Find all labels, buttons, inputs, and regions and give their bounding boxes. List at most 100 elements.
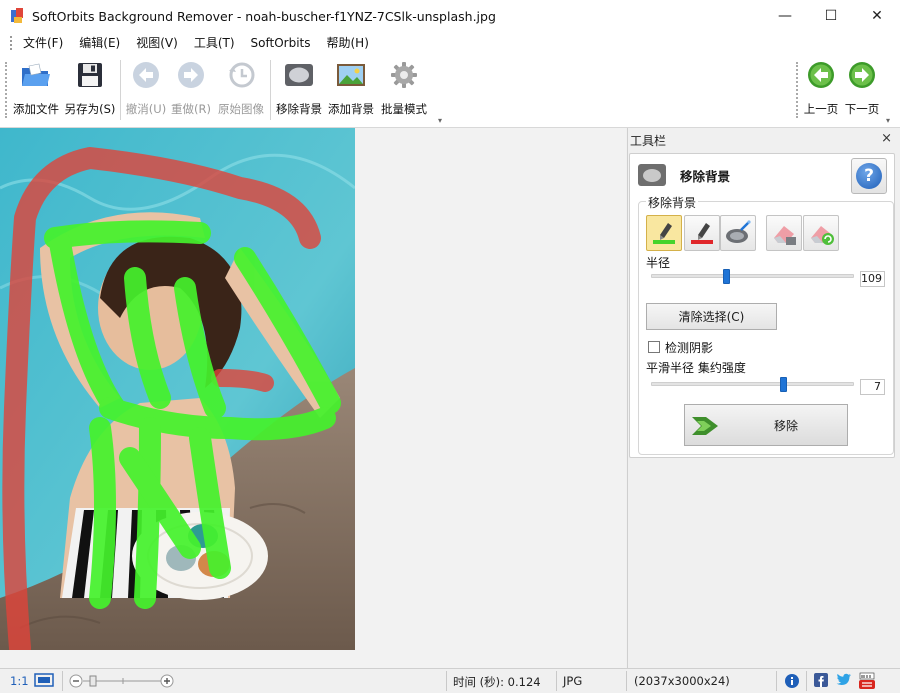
zoom-ratio-button[interactable]: 1:1: [10, 674, 29, 688]
help-button[interactable]: ?: [851, 158, 887, 194]
image-canvas[interactable]: [0, 128, 626, 668]
menu-grip: [10, 36, 13, 50]
save-as-button[interactable]: 另存为(S): [64, 58, 116, 124]
next-page-button[interactable]: 下一页: [842, 58, 882, 124]
redo-label: 重做(R): [171, 102, 211, 116]
section-header: 移除背景: [638, 164, 730, 186]
status-separator: [62, 671, 63, 691]
gear-icon: [386, 58, 422, 92]
fit-screen-icon: [34, 673, 54, 687]
landscape-image-icon: [333, 58, 369, 92]
processing-time: 时间 (秒): 0.124: [453, 675, 541, 689]
add-file-button[interactable]: 添加文件: [12, 58, 60, 124]
batch-mode-button[interactable]: 批量模式: [378, 58, 430, 124]
magic-selection-icon: [726, 220, 751, 243]
section-title: 移除背景: [680, 168, 731, 184]
title-bar: SoftOrbits Background Remover - noah-bus…: [0, 0, 900, 32]
photo[interactable]: [0, 128, 355, 650]
twitter-button[interactable]: [836, 673, 852, 690]
remove-background-label: 移除背景: [276, 102, 322, 116]
remove-arrow-icon: [692, 417, 718, 435]
image-dimensions: (2037x3000x24): [634, 674, 730, 688]
status-separator: [626, 671, 627, 691]
undo-button[interactable]: 撤消(U): [124, 58, 168, 124]
save-as-label: 另存为(S): [64, 102, 116, 116]
clear-selection-button[interactable]: 清除选择(C): [646, 303, 777, 330]
undo-label: 撤消(U): [125, 102, 167, 116]
status-separator: [556, 671, 557, 691]
toolbar-grip: [5, 62, 7, 118]
smooth-value[interactable]: 7: [860, 379, 885, 395]
eraser-tool[interactable]: [766, 215, 802, 251]
facebook-icon: [814, 673, 828, 687]
smooth-label: 平滑半径 集约强度: [646, 361, 746, 375]
radius-value[interactable]: 109: [860, 271, 885, 287]
batch-mode-label: 批量模式: [381, 102, 427, 116]
app-icon: [10, 8, 24, 24]
zoom-slider[interactable]: [68, 673, 176, 692]
smooth-slider[interactable]: [651, 382, 854, 386]
info-icon: [785, 674, 799, 688]
remove-background-group: 移除背景 半径 109 清除选择(C) 检测阴影 平滑半径 集约强度 7 移除: [638, 194, 894, 455]
detect-shadow-checkbox[interactable]: [648, 341, 660, 353]
smooth-slider-thumb[interactable]: [779, 377, 787, 392]
info-button[interactable]: [784, 673, 800, 692]
next-page-label: 下一页: [844, 102, 880, 116]
eraser-icon: [774, 226, 796, 245]
toolbar-overflow-chevron[interactable]: ▾: [886, 116, 890, 125]
close-button[interactable]: ✕: [854, 0, 900, 32]
red-marker-icon: [691, 223, 713, 244]
facebook-button[interactable]: [814, 673, 828, 690]
remove-button-label: 移除: [773, 418, 798, 433]
menu-help[interactable]: 帮助(H): [318, 32, 376, 54]
tools-panel: 工具栏 × 移除背景 ? 移除背景 半径 109 清除选择(C) 检测阴影 平滑…: [627, 128, 900, 668]
window-title: SoftOrbits Background Remover - noah-bus…: [32, 8, 496, 24]
status-separator: [806, 671, 807, 691]
history-clock-icon: [223, 58, 259, 92]
keep-marker-tool[interactable]: [646, 215, 682, 251]
restore-tool[interactable]: [803, 215, 839, 251]
undo-arrow-icon: [128, 58, 164, 92]
toolbar-overflow-chevron[interactable]: ▾: [438, 116, 442, 125]
fit-screen-button[interactable]: [34, 672, 54, 691]
remove-marker-tool[interactable]: [684, 215, 720, 251]
menu-view[interactable]: 视图(V): [128, 32, 186, 54]
status-separator: [446, 671, 447, 691]
add-file-label: 添加文件: [13, 102, 59, 116]
panel-close-button[interactable]: ×: [881, 131, 892, 146]
remove-button[interactable]: 移除: [684, 404, 848, 446]
menu-bar: 文件(F) 编辑(E) 视图(V) 工具(T) SoftOrbits 帮助(H): [0, 32, 900, 54]
menu-edit[interactable]: 编辑(E): [71, 32, 128, 54]
add-background-button[interactable]: 添加背景: [326, 58, 376, 124]
previous-page-label: 上一页: [803, 102, 839, 116]
toolbar-separator: [120, 60, 121, 120]
maximize-button[interactable]: ☐: [808, 0, 854, 32]
twitter-icon: [836, 673, 851, 685]
help-icon: ?: [856, 163, 882, 189]
remove-background-button[interactable]: 移除背景: [274, 58, 324, 124]
redo-button[interactable]: 重做(R): [169, 58, 213, 124]
floppy-disk-icon: [72, 58, 108, 92]
auto-select-tool[interactable]: [720, 215, 756, 251]
toolbar-grip: [796, 62, 798, 118]
radius-slider[interactable]: [651, 274, 854, 278]
detect-shadow-label: 检测阴影: [665, 341, 714, 355]
previous-page-button[interactable]: 上一页: [801, 58, 841, 124]
menu-tools[interactable]: 工具(T): [186, 32, 243, 54]
add-background-label: 添加背景: [328, 102, 374, 116]
original-image-label: 原始图像: [218, 102, 264, 116]
youtube-icon: [859, 672, 875, 689]
panel-title: 工具栏: [630, 134, 667, 148]
menu-file[interactable]: 文件(F): [15, 32, 71, 54]
status-bar: 1:1 时间 (秒): 0.124 JPG (2037x3000x24): [0, 668, 900, 693]
minimize-button[interactable]: —: [762, 0, 808, 32]
eraser-restore-icon: [811, 226, 834, 245]
youtube-button[interactable]: [858, 672, 876, 693]
toolbar-separator: [270, 60, 271, 120]
status-separator: [776, 671, 777, 691]
menu-softorbits[interactable]: SoftOrbits: [243, 32, 319, 54]
radius-slider-thumb[interactable]: [723, 269, 731, 284]
original-image-button[interactable]: 原始图像: [216, 58, 266, 124]
remove-background-section: 移除背景 ? 移除背景 半径 109 清除选择(C) 检测阴影 平滑半径 集约强…: [629, 153, 895, 458]
folder-open-icon: [18, 58, 54, 92]
